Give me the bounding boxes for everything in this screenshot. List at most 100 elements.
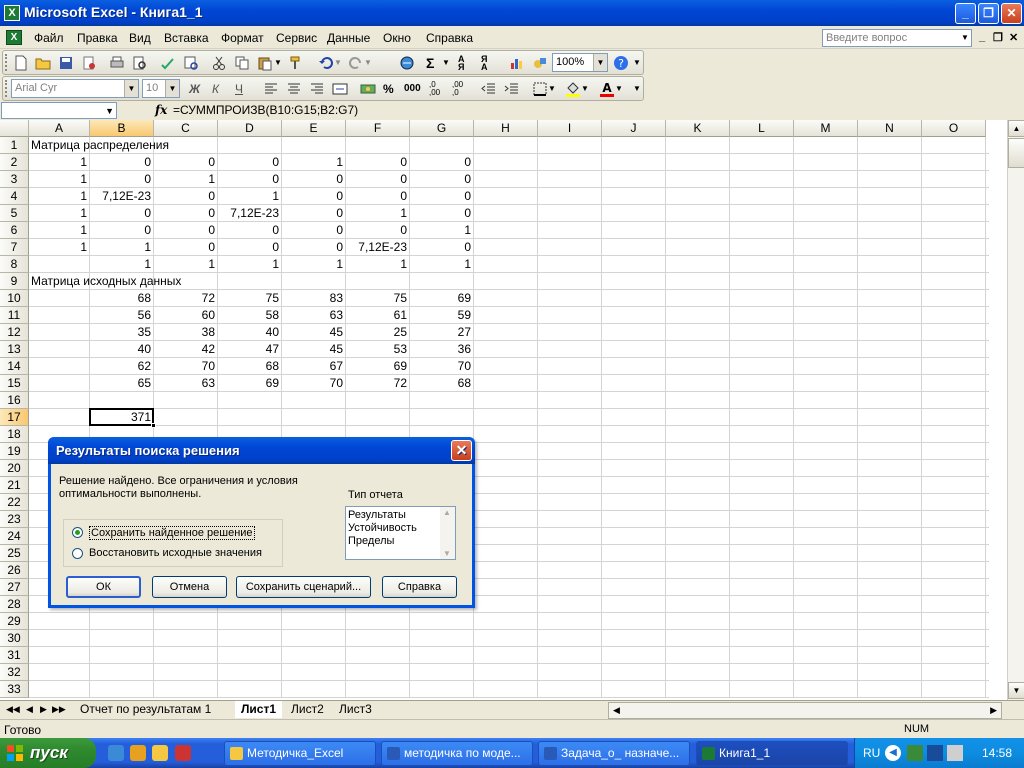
cell-F8[interactable]: 1 — [348, 256, 409, 273]
tray-network-icon[interactable] — [947, 745, 963, 761]
cell-D2[interactable]: 0 — [220, 154, 281, 171]
insert-function-icon[interactable]: fx — [155, 103, 167, 117]
underline-button[interactable]: Ч — [235, 81, 251, 97]
open-icon[interactable] — [35, 55, 51, 71]
ie-quicklaunch-icon[interactable] — [108, 745, 124, 761]
tab-sheet2[interactable]: Лист2 — [285, 701, 330, 718]
row-header[interactable]: 9 — [0, 273, 29, 290]
fill-color-chevron-icon[interactable]: ▼ — [581, 81, 597, 97]
cell-D12[interactable]: 40 — [220, 324, 281, 341]
cell-D11[interactable]: 58 — [220, 307, 281, 324]
sort-descending-icon[interactable]: ЯА — [481, 55, 497, 72]
excel-app-icon[interactable]: X — [4, 5, 20, 21]
list-item[interactable]: Устойчивость — [348, 522, 417, 534]
borders-icon[interactable] — [532, 81, 548, 97]
chevron-down-icon[interactable]: ▼ — [593, 54, 607, 71]
scroll-left-icon[interactable]: ◀ — [613, 705, 620, 716]
doc-restore-icon[interactable]: ❐ — [993, 31, 1003, 44]
cell-A2[interactable]: 1 — [31, 154, 89, 171]
row-header[interactable]: 17 — [0, 409, 29, 426]
column-header[interactable]: J — [602, 120, 666, 137]
row-header[interactable]: 29 — [0, 613, 29, 630]
language-indicator[interactable]: RU — [863, 746, 880, 760]
task-excel-book[interactable]: Книга1_1 — [696, 741, 848, 766]
task-word-doc1[interactable]: методичка по моде... — [381, 741, 533, 766]
row-header[interactable]: 21 — [0, 477, 29, 494]
help-button[interactable]: Справка — [382, 576, 457, 598]
print-preview-icon[interactable] — [132, 55, 148, 71]
decrease-decimal-icon[interactable]: ,00,0 — [452, 81, 468, 97]
research-icon[interactable] — [183, 55, 199, 71]
toolbar-grip[interactable] — [5, 80, 8, 97]
cell-F2[interactable]: 0 — [348, 154, 409, 171]
cell-G3[interactable]: 0 — [412, 171, 473, 188]
row-header[interactable]: 3 — [0, 171, 29, 188]
increase-indent-icon[interactable] — [504, 81, 520, 97]
italic-button[interactable]: К — [212, 81, 228, 97]
cell-C6[interactable]: 0 — [156, 222, 217, 239]
cell-F3[interactable]: 0 — [348, 171, 409, 188]
cell-C3[interactable]: 1 — [156, 171, 217, 188]
chevron-down-icon[interactable]: ▼ — [105, 103, 114, 119]
cell-G10[interactable]: 69 — [412, 290, 473, 307]
dialog-title-bar[interactable]: Результаты поиска решения ✕ — [48, 437, 475, 464]
cell-C12[interactable]: 38 — [156, 324, 217, 341]
zoom-select[interactable]: 100% ▼ — [552, 53, 608, 72]
list-item[interactable]: Результаты — [348, 509, 406, 521]
cell-B12[interactable]: 35 — [92, 324, 153, 341]
cell-G11[interactable]: 59 — [412, 307, 473, 324]
row-header[interactable]: 14 — [0, 358, 29, 375]
row-header[interactable]: 12 — [0, 324, 29, 341]
row-header[interactable]: 26 — [0, 562, 29, 579]
font-color-icon[interactable]: A — [599, 81, 615, 97]
close-button[interactable]: ✕ — [1001, 3, 1022, 24]
menu-tools[interactable]: Сервис — [276, 31, 317, 45]
paste-icon[interactable] — [257, 55, 273, 71]
column-header[interactable]: E — [282, 120, 346, 137]
cell-B2[interactable]: 0 — [92, 154, 153, 171]
menu-format[interactable]: Формат — [221, 31, 264, 45]
minimize-button[interactable]: _ — [955, 3, 976, 24]
cell-C8[interactable]: 1 — [156, 256, 217, 273]
row-header[interactable]: 11 — [0, 307, 29, 324]
cell-A6[interactable]: 1 — [31, 222, 89, 239]
menu-edit[interactable]: Правка — [77, 31, 118, 45]
cell-D5[interactable]: 7,12E-23 — [220, 205, 281, 222]
row-header[interactable]: 25 — [0, 545, 29, 562]
cell-E8[interactable]: 1 — [284, 256, 345, 273]
horizontal-scrollbar[interactable]: ◀ ▶ — [608, 702, 1002, 719]
last-sheet-icon[interactable]: ▶▶ — [52, 704, 66, 715]
tray-app-icon[interactable] — [927, 745, 943, 761]
cell-F10[interactable]: 75 — [348, 290, 409, 307]
cell-D7[interactable]: 0 — [220, 239, 281, 256]
cell-G8[interactable]: 1 — [412, 256, 473, 273]
next-sheet-icon[interactable]: ▶ — [40, 704, 47, 715]
cell-G13[interactable]: 36 — [412, 341, 473, 358]
menu-help[interactable]: Справка — [426, 31, 473, 45]
menu-data[interactable]: Данные — [327, 31, 370, 45]
cell-E13[interactable]: 45 — [284, 341, 345, 358]
column-header[interactable]: O — [922, 120, 986, 137]
cell-G12[interactable]: 27 — [412, 324, 473, 341]
tray-app-icon[interactable] — [907, 745, 923, 761]
menu-file[interactable]: Файл — [34, 31, 64, 45]
comma-style-icon[interactable]: 000 — [404, 81, 424, 97]
column-header[interactable]: D — [218, 120, 282, 137]
new-icon[interactable] — [13, 55, 29, 71]
scroll-up-icon[interactable]: ▲ — [1008, 120, 1024, 137]
scroll-down-icon[interactable]: ▼ — [443, 549, 451, 558]
chevron-down-icon[interactable]: ▼ — [124, 80, 138, 97]
restore-values-radio[interactable] — [72, 548, 83, 559]
cell-D4[interactable]: 1 — [220, 188, 281, 205]
row-header[interactable]: 5 — [0, 205, 29, 222]
task-word-doc2[interactable]: Задача_о_ назначе... — [538, 741, 690, 766]
help-icon[interactable]: ? — [613, 55, 629, 71]
scroll-up-icon[interactable]: ▲ — [443, 508, 451, 517]
cell-A1[interactable]: Матрица распределения — [31, 137, 169, 154]
cell-C7[interactable]: 0 — [156, 239, 217, 256]
column-header[interactable]: M — [794, 120, 858, 137]
row-header[interactable]: 7 — [0, 239, 29, 256]
tab-sheet3[interactable]: Лист3 — [333, 701, 378, 718]
row-header[interactable]: 8 — [0, 256, 29, 273]
spelling-icon[interactable] — [160, 55, 176, 71]
